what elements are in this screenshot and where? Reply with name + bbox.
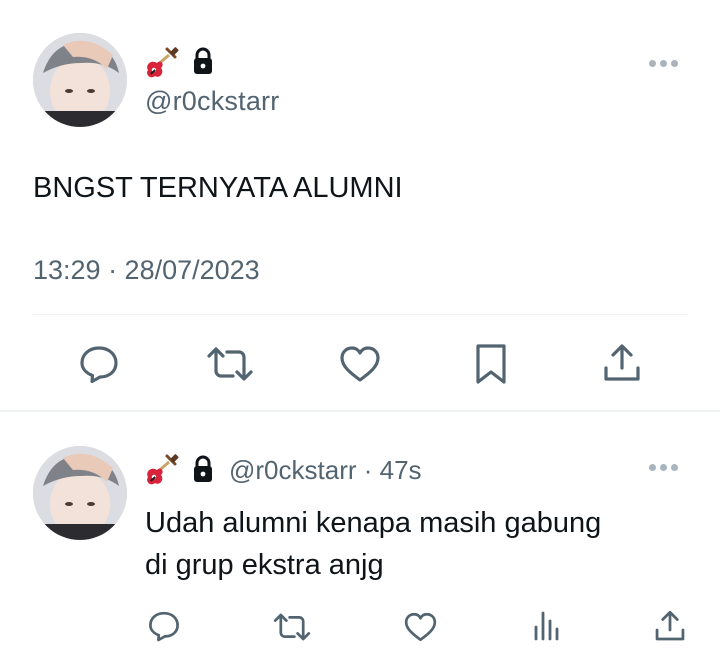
reply-more-icon[interactable] <box>649 464 678 471</box>
reply-retweet-icon[interactable] <box>272 611 312 643</box>
share-icon[interactable] <box>601 342 643 384</box>
more-icon[interactable] <box>649 60 678 67</box>
reply-text-line-1: Udah alumni kenapa masih gabung <box>145 507 602 539</box>
section-divider <box>0 410 720 412</box>
reply-text-line-2: di grup ekstra anjg <box>145 549 384 581</box>
reply-reply-icon[interactable] <box>147 610 181 642</box>
divider <box>33 314 687 315</box>
reply-meta: @r0ckstarr · 47s <box>229 455 422 486</box>
meta-separator: · <box>356 455 380 485</box>
reply-icon[interactable] <box>78 344 120 384</box>
retweet-icon[interactable] <box>205 344 255 384</box>
avatar[interactable] <box>33 33 127 127</box>
guitar-icon <box>143 45 179 81</box>
author-handle[interactable]: @r0ckstarr <box>145 86 279 117</box>
tweet-text: BNGST TERNYATA ALUMNI <box>33 172 403 204</box>
analytics-icon[interactable] <box>532 609 562 643</box>
reply-share-icon[interactable] <box>653 609 687 643</box>
tweet-timestamp[interactable]: 13:29 · 28/07/2023 <box>33 255 260 286</box>
reply-avatar[interactable] <box>33 446 127 540</box>
reply-text: Udah alumni kenapa masih gabung di grup … <box>145 502 601 586</box>
bookmark-icon[interactable] <box>474 342 508 386</box>
reply-lock-icon <box>191 455 215 483</box>
lock-icon <box>191 47 215 75</box>
reply-like-icon[interactable] <box>403 611 438 643</box>
reply-time[interactable]: 47s <box>380 455 422 485</box>
reply-guitar-icon <box>143 452 179 488</box>
like-icon[interactable] <box>338 344 382 384</box>
reply-handle[interactable]: @r0ckstarr <box>229 455 357 485</box>
